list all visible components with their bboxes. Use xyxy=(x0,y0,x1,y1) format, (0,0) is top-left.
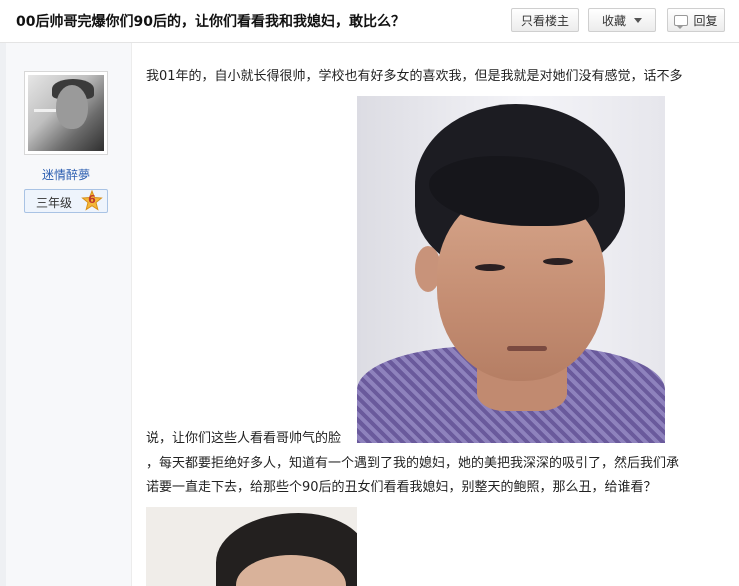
chevron-down-icon[interactable] xyxy=(634,17,642,23)
post-photo-selfie[interactable] xyxy=(357,96,665,443)
avatar-cigarette xyxy=(34,109,56,112)
only-op-button[interactable]: 只看楼主 xyxy=(511,8,579,32)
reply-button[interactable]: 回复 xyxy=(667,8,725,32)
post-photo-second[interactable] xyxy=(146,507,357,586)
post-text-line: 我01年的，自小就长得很帅，学校也有好多女的喜欢我，但是我就是对她们没有感觉，话… xyxy=(146,69,683,84)
level-number: 6 xyxy=(88,193,96,206)
thread-header: 00后帅哥完爆你们90后的，让你们看看我和我媳妇，敢比么？ 只看楼主 收藏 回复 xyxy=(0,0,739,43)
only-op-label: 只看楼主 xyxy=(520,13,569,28)
reply-label: 回复 xyxy=(693,13,718,28)
sidebar-divider xyxy=(0,43,6,586)
photo-eye-left xyxy=(475,264,505,271)
favorite-label: 收藏 xyxy=(601,13,626,28)
author-level[interactable]: 三年级 6 xyxy=(24,189,108,213)
thread-title: 00后帅哥完爆你们90后的，让你们看看我和我媳妇，敢比么？ xyxy=(16,14,405,30)
photo-mouth xyxy=(507,346,547,351)
post-text-line: 诺要一直走下去，给那些个90后的丑女们看看我媳妇，别整天的鲍照，那么丑，给谁看？ xyxy=(146,480,657,495)
post-text-line: 说，让你们这些人看看哥帅气的脸 xyxy=(146,431,342,446)
comment-bubble-icon xyxy=(674,14,689,29)
favorite-button[interactable]: 收藏 xyxy=(588,8,656,32)
post-text-line: ，每天都要拒绝好多人，知道有一个遇到了我的媳妇，她的美把我深深的吸引了，然后我们… xyxy=(146,456,680,471)
avatar-image xyxy=(28,75,104,151)
star-badge-icon: 6 xyxy=(81,189,103,212)
avatar-face xyxy=(56,85,88,129)
level-label: 三年级 xyxy=(36,196,73,210)
photo-eye-right xyxy=(543,258,573,265)
author-avatar[interactable] xyxy=(24,71,108,155)
author-name[interactable]: 迷情醉夢 xyxy=(20,166,112,183)
